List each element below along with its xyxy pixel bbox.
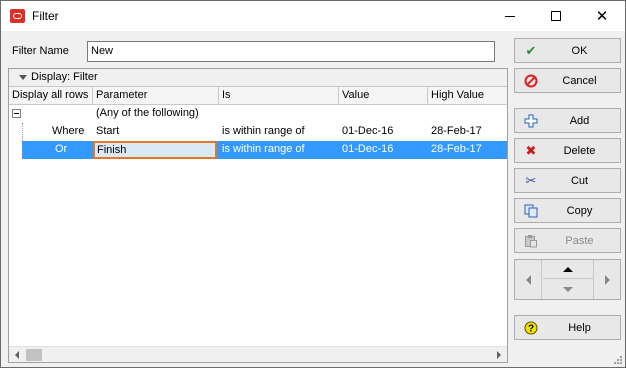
column-header-display[interactable]: Display all rows	[9, 87, 93, 105]
filter-grid: Display: Filter Display all rows Paramet…	[8, 68, 508, 363]
move-left-button[interactable]	[515, 260, 542, 299]
paste-button[interactable]: Paste	[514, 228, 621, 253]
collapse-minus-icon[interactable]	[12, 109, 21, 118]
add-button-label: Add	[569, 115, 590, 127]
check-icon: ✔	[525, 43, 537, 58]
cancel-button-label: Cancel	[562, 75, 597, 87]
table-row[interactable]: (Any of the following)	[9, 105, 507, 123]
horizontal-scrollbar[interactable]	[9, 346, 507, 362]
column-header-value[interactable]: Value	[339, 87, 428, 105]
column-header-high-value[interactable]: High Value	[428, 87, 507, 105]
display-group-header[interactable]: Display: Filter	[9, 69, 507, 87]
scroll-thumb[interactable]	[26, 349, 42, 361]
delete-button-label: Delete	[563, 145, 596, 157]
no-entry-icon	[523, 74, 539, 88]
copy-button[interactable]: Copy	[514, 198, 621, 223]
move-row-pad	[514, 259, 621, 300]
copy-icon	[523, 204, 539, 218]
paste-icon	[523, 234, 539, 248]
cut-button[interactable]: ✂ Cut	[514, 168, 621, 193]
value-cell[interactable]: 01-Dec-16	[339, 141, 393, 159]
maximize-icon	[551, 11, 561, 21]
parameter-cell[interactable]: Start	[93, 123, 119, 141]
filter-name-input[interactable]: New	[87, 41, 495, 62]
x-icon: ✖	[525, 143, 537, 158]
help-button-label: Help	[568, 322, 591, 334]
group-label: Display: Filter	[31, 71, 98, 83]
close-button[interactable]: ✕	[579, 1, 625, 31]
filter-dialog: Filter ✕ Filter Name New Display: Filter…	[0, 0, 626, 368]
parameter-cell: (Any of the following)	[96, 107, 199, 119]
scroll-left-icon	[15, 351, 19, 359]
column-header-is[interactable]: Is	[219, 87, 339, 105]
column-header-parameter[interactable]: Parameter	[93, 87, 219, 105]
filter-name-label: Filter Name	[12, 45, 69, 57]
arrow-down-icon	[563, 287, 573, 292]
title-bar: Filter ✕	[1, 1, 625, 31]
arrow-left-icon	[525, 274, 531, 285]
svg-text:?: ?	[528, 324, 534, 335]
scroll-right-icon	[497, 351, 501, 359]
copy-button-label: Copy	[566, 205, 593, 217]
high-value-cell[interactable]: 28-Feb-17	[428, 123, 482, 141]
parameter-edit-cell[interactable]: Finish	[93, 141, 217, 159]
table-row[interactable]: Where Start is within range of 01-Dec-16…	[9, 123, 507, 141]
move-right-button[interactable]	[593, 260, 620, 299]
high-value-cell[interactable]: 28-Feb-17	[428, 141, 482, 159]
delete-button[interactable]: ✖ Delete	[514, 138, 621, 163]
ok-button[interactable]: ✔ OK	[514, 38, 621, 63]
is-cell[interactable]: is within range of	[219, 141, 305, 159]
help-button[interactable]: ? Help	[514, 315, 621, 340]
scroll-left-button[interactable]	[9, 347, 25, 363]
conjunction-cell: Or	[55, 143, 68, 155]
maximize-button[interactable]	[533, 1, 579, 31]
resize-grip[interactable]	[613, 355, 623, 365]
move-down-button[interactable]	[543, 280, 593, 299]
table-row-selected[interactable]: Or Finish is within range of 01-Dec-16 2…	[22, 141, 507, 159]
cut-button-label: Cut	[570, 175, 589, 187]
plus-icon	[523, 114, 539, 128]
value-cell[interactable]: 01-Dec-16	[339, 123, 393, 141]
minimize-button[interactable]	[487, 1, 533, 31]
scroll-right-button[interactable]	[491, 347, 507, 363]
conjunction-cell: Where	[52, 125, 85, 137]
close-icon: ✕	[595, 8, 609, 25]
move-up-button[interactable]	[543, 260, 593, 279]
cancel-button[interactable]: Cancel	[514, 68, 621, 93]
help-icon: ?	[523, 321, 539, 335]
arrow-up-icon	[563, 266, 573, 272]
is-cell[interactable]: is within range of	[219, 123, 305, 141]
add-button[interactable]: Add	[514, 108, 621, 133]
ok-button-label: OK	[571, 45, 588, 57]
arrow-right-icon	[604, 274, 610, 285]
minimize-icon	[505, 15, 515, 17]
collapse-chevron-icon	[19, 74, 27, 80]
scissors-icon: ✂	[525, 173, 537, 188]
paste-button-label: Paste	[565, 235, 594, 247]
window-title: Filter	[32, 9, 59, 23]
app-icon	[10, 9, 25, 23]
